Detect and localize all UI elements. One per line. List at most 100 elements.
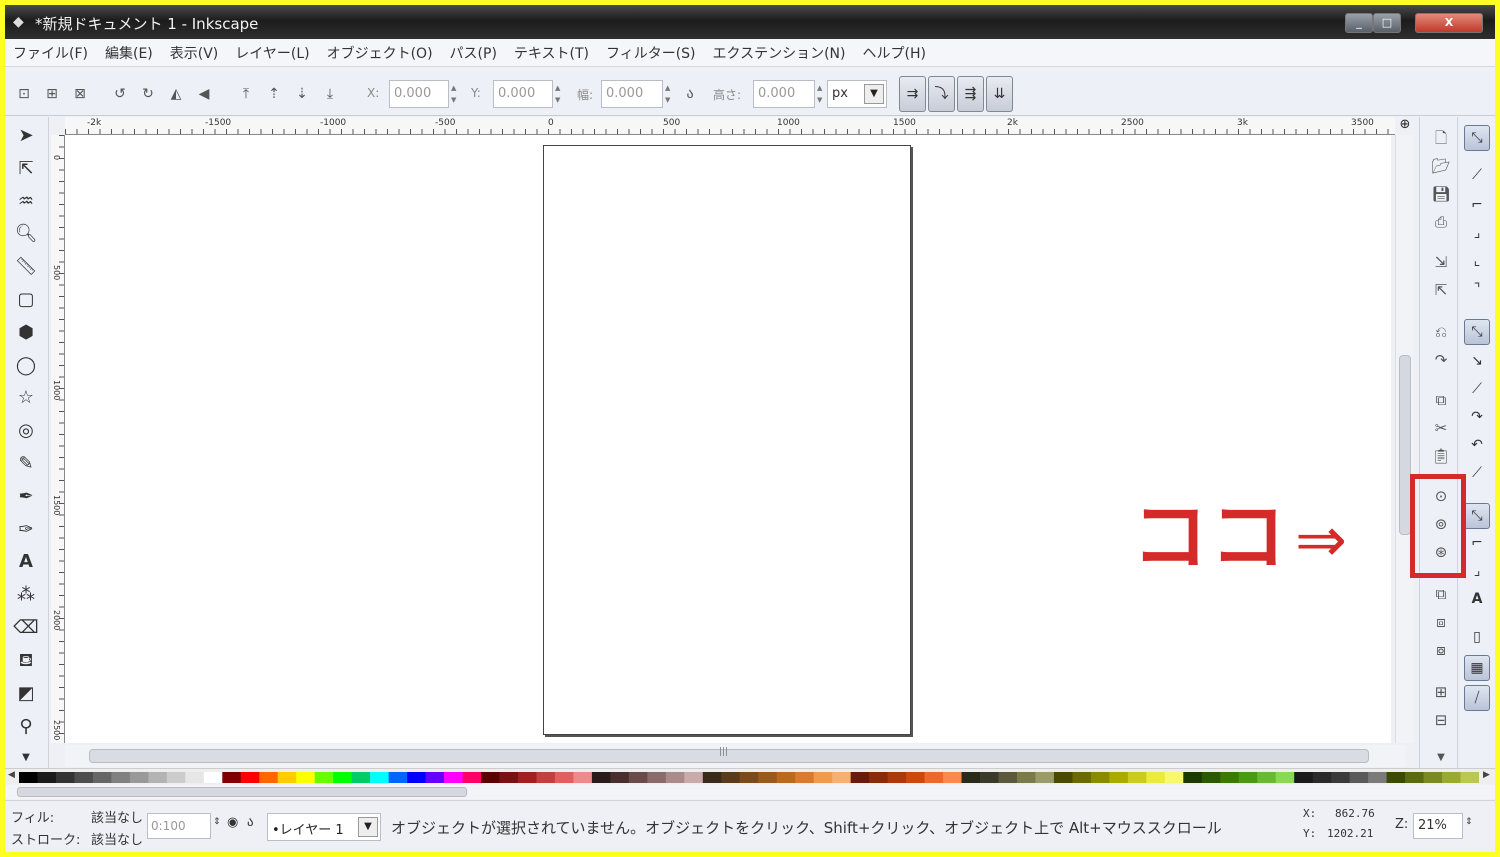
raise-to-top-icon[interactable]: ⤒ (237, 85, 255, 103)
palette-swatch[interactable] (665, 772, 685, 783)
gradient-tool-icon[interactable]: ◩ (13, 681, 39, 707)
menu-filters[interactable]: フィルター(S) (606, 43, 696, 63)
menu-view[interactable]: 表示(V) (170, 43, 219, 63)
snap-rotation-center-icon[interactable]: ⌟ (1464, 559, 1490, 585)
vertical-scrollbar[interactable] (1395, 135, 1413, 743)
palette-swatch[interactable] (19, 772, 38, 783)
minimize-button[interactable]: _ (1345, 13, 1373, 33)
palette-swatch[interactable] (1072, 772, 1092, 783)
spiral-tool-icon[interactable]: ◎ (13, 418, 39, 444)
menu-layer[interactable]: レイヤー(L) (235, 43, 309, 63)
measure-tool-icon[interactable]: 📏︎ (13, 254, 39, 280)
palette-swatch[interactable] (314, 772, 334, 783)
palette-swatch[interactable] (1183, 772, 1203, 783)
menu-path[interactable]: パス(P) (450, 43, 497, 63)
palette-swatch[interactable] (462, 772, 482, 783)
palette-swatch[interactable] (481, 772, 501, 783)
opacity-spinner[interactable]: ⇕ (213, 817, 221, 827)
palette-swatch[interactable] (721, 772, 741, 783)
snap-path-intersection-icon[interactable]: ⟋ (1464, 377, 1490, 403)
palette-swatch[interactable] (444, 772, 464, 783)
snap-bbox-midpoint-icon[interactable]: ⌞ (1464, 249, 1490, 275)
dropper-tool-icon[interactable]: ⚲ (13, 714, 39, 740)
new-document-icon[interactable]: 🗋 (1430, 127, 1452, 149)
menu-help[interactable]: ヘルプ(H) (863, 43, 926, 63)
palette-swatch[interactable] (1405, 772, 1425, 783)
x-spinner[interactable]: ▲ ▼ (451, 82, 459, 106)
palette-swatch[interactable] (74, 772, 94, 783)
lock-ratio-icon[interactable]: ა (681, 85, 699, 103)
palette-swatch[interactable] (296, 772, 316, 783)
snap-others-icon[interactable]: ⤡ (1464, 503, 1490, 529)
snap-bbox-icon[interactable]: ⟋ (1464, 163, 1490, 189)
snap-bbox-corner-icon[interactable]: ⌟ (1464, 221, 1490, 247)
palette-swatch[interactable] (1294, 772, 1314, 783)
rotate-ccw-icon[interactable]: ↺ (111, 85, 129, 103)
import-icon[interactable]: ⇲ (1430, 251, 1452, 273)
text-tool-icon[interactable]: A (13, 549, 39, 575)
horizontal-scroll-thumb[interactable] (89, 749, 1369, 763)
palette-swatch[interactable] (628, 772, 648, 783)
ellipse-tool-icon[interactable]: ◯ (13, 353, 39, 379)
palette-swatch[interactable] (1349, 772, 1369, 783)
menu-file[interactable]: ファイル(F) (13, 43, 88, 63)
palette-swatch[interactable] (998, 772, 1018, 783)
menu-edit[interactable]: 編集(E) (105, 43, 153, 63)
tweak-tool-icon[interactable]: ♒ (13, 189, 39, 215)
palette-swatch[interactable] (1312, 772, 1332, 783)
palette-swatch[interactable] (536, 772, 556, 783)
lower-icon[interactable]: ⇣ (293, 85, 311, 103)
redo-icon[interactable]: ↷ (1430, 349, 1452, 371)
palette-swatch[interactable] (1220, 772, 1240, 783)
palette-swatch[interactable] (776, 772, 796, 783)
snap-midpoints-icon[interactable]: ⟋ (1464, 461, 1490, 487)
snap-smooth-nodes-icon[interactable]: ↶ (1464, 433, 1490, 459)
selector-tool-icon[interactable]: ➤ (13, 123, 39, 149)
palette-swatch[interactable] (980, 772, 999, 783)
save-icon[interactable]: 💾︎ (1430, 183, 1452, 205)
palette-swatch[interactable] (333, 772, 353, 783)
zoom-tool-icon[interactable]: 🔍︎ (13, 221, 39, 247)
palette-swatch[interactable] (517, 772, 537, 783)
palette-swatch[interactable] (370, 772, 390, 783)
palette-swatch[interactable] (610, 772, 630, 783)
palette-swatch[interactable] (795, 772, 815, 783)
undo-icon[interactable]: ⎌ (1430, 321, 1452, 343)
width-field[interactable]: 0.000 (601, 80, 663, 108)
spray-tool-icon[interactable]: ⁂ (13, 582, 39, 608)
palette-swatch[interactable] (388, 772, 408, 783)
height-spinner[interactable]: ▲ ▼ (817, 82, 825, 106)
snap-guide-icon[interactable]: ⧸ (1464, 685, 1490, 711)
snap-bbox-edge-icon[interactable]: ⌐ (1464, 193, 1490, 219)
palette-swatch[interactable] (1275, 772, 1295, 783)
snap-grid-icon[interactable]: ▦ (1464, 655, 1490, 681)
palette-swatch[interactable] (1423, 772, 1443, 783)
palette-swatch[interactable] (499, 772, 519, 783)
palette-scroll-left-icon[interactable]: ◀ (8, 770, 15, 780)
copy-icon[interactable]: ⧉ (1430, 389, 1452, 411)
palette-swatch[interactable] (425, 772, 445, 783)
palette-swatch[interactable] (924, 772, 944, 783)
palette-swatch[interactable] (1368, 772, 1388, 783)
palette-swatch[interactable] (222, 772, 242, 783)
rotate-cw-icon[interactable]: ↻ (139, 85, 157, 103)
palette-swatch[interactable] (1257, 772, 1277, 783)
palette-swatch[interactable] (573, 772, 593, 783)
unlink-clone-icon[interactable]: ⧇ (1430, 639, 1452, 661)
palette-swatch[interactable] (1386, 772, 1406, 783)
palette-swatch[interactable] (554, 772, 574, 783)
palette-swatch[interactable] (1146, 772, 1166, 783)
transform-patterns-toggle[interactable]: ⇊ (986, 76, 1013, 112)
select-all-icon[interactable]: ⊡ (15, 85, 33, 103)
layer-visibility-icon[interactable]: ◉ (227, 815, 238, 830)
palette-swatch[interactable] (37, 772, 57, 783)
palette-swatch[interactable] (1164, 772, 1184, 783)
clone-icon[interactable]: ⧈ (1430, 611, 1452, 633)
horizontal-scrollbar[interactable]: ||| (65, 745, 1405, 767)
calligraphy-tool-icon[interactable]: ✑ (13, 517, 39, 543)
print-icon[interactable]: ⎙ (1430, 211, 1452, 233)
group-icon[interactable]: ⊞ (1430, 681, 1452, 703)
scale-stroke-toggle[interactable]: ⇉ (899, 76, 926, 112)
open-icon[interactable]: 📂︎ (1430, 155, 1452, 177)
palette-swatch[interactable] (1035, 772, 1055, 783)
